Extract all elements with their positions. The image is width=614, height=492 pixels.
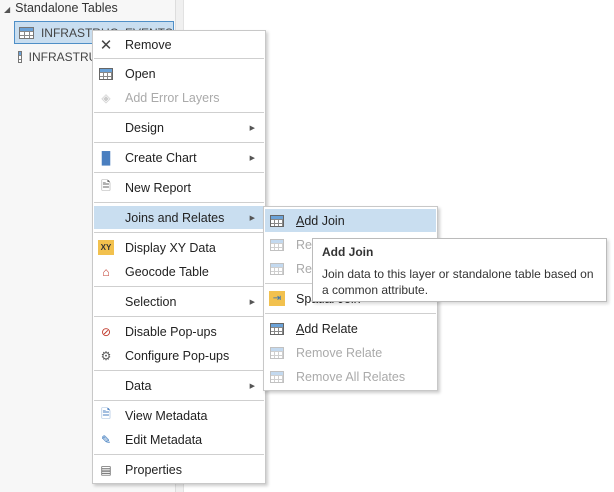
submenu-arrow-icon: ▶	[249, 154, 255, 162]
menu-item-open[interactable]: Open	[94, 62, 264, 85]
tooltip-title: Add Join	[322, 245, 374, 259]
remove-join-icon	[269, 237, 285, 252]
remove-relate-icon	[269, 345, 285, 360]
separator	[94, 232, 264, 233]
submenu-arrow-icon: ▶	[249, 124, 255, 132]
menu-item-remove[interactable]: ✕ Remove	[94, 33, 264, 56]
table-icon	[19, 26, 34, 39]
table-icon	[98, 66, 114, 81]
separator	[94, 112, 264, 113]
menu-item-view-metadata[interactable]: 🗎 View Metadata	[94, 404, 264, 427]
layers-icon: ◈	[101, 90, 111, 105]
report-icon: 🗎	[101, 179, 111, 193]
menu-item-remove-all-relates: Remove All Relates	[265, 365, 436, 388]
menu-item-disable-popups[interactable]: ⊘ Disable Pop-ups	[94, 320, 264, 343]
separator	[265, 313, 436, 314]
xy-icon: XY	[98, 240, 114, 255]
menu-item-configure-popups[interactable]: ⚙ Configure Pop-ups	[94, 344, 264, 367]
separator	[94, 400, 264, 401]
submenu-arrow-icon: ▶	[249, 298, 255, 306]
metadata-icon: 🗎	[101, 407, 111, 421]
menu-item-create-chart[interactable]: ▐▌ Create Chart ▶	[94, 146, 264, 169]
tooltip: Add Join Join data to this layer or stan…	[312, 238, 607, 302]
menu-item-geocode-table[interactable]: ⌂ Geocode Table	[94, 260, 264, 283]
table-icon	[18, 50, 22, 63]
separator	[94, 316, 264, 317]
menu-item-design[interactable]: Design ▶	[94, 116, 264, 139]
x-icon: ✕	[99, 36, 113, 54]
separator	[94, 370, 264, 371]
menu-item-display-xy-data[interactable]: XY Display XY Data	[94, 236, 264, 259]
properties-icon: ▤	[100, 462, 112, 477]
separator	[94, 142, 264, 143]
menu-item-data[interactable]: Data ▶	[94, 374, 264, 397]
submenu-arrow-icon: ▶	[249, 382, 255, 390]
remove-all-joins-icon	[269, 261, 285, 276]
menu-item-add-relate[interactable]: Add Relate	[265, 317, 436, 340]
separator	[94, 286, 264, 287]
context-menu: ✕ Remove Open ◈ Add Error Layers Design ▶ ▐…	[92, 30, 266, 484]
menu-item-add-error-layers: ◈ Add Error Layers	[94, 86, 264, 109]
add-join-icon	[269, 213, 285, 228]
menu-item-new-report[interactable]: 🗎 New Report	[94, 176, 264, 199]
menu-item-properties[interactable]: ▤ Properties	[94, 458, 264, 481]
menu-item-edit-metadata[interactable]: ✎ Edit Metadata	[94, 428, 264, 451]
configure-popup-icon: ⚙	[100, 348, 112, 363]
separator	[94, 58, 264, 59]
separator	[94, 454, 264, 455]
pencil-icon: ✎	[100, 432, 112, 447]
menu-item-selection[interactable]: Selection ▶	[94, 290, 264, 313]
menu-item-joins-and-relates[interactable]: Joins and Relates ▶	[94, 206, 264, 229]
menu-item-add-join[interactable]: Add Join	[265, 209, 436, 232]
disable-popup-icon: ⊘	[100, 324, 112, 339]
add-relate-icon	[269, 321, 285, 336]
tree-group-standalone-tables[interactable]: ◢ Standalone Tables	[4, 1, 118, 15]
remove-all-relates-icon	[269, 369, 285, 384]
submenu-arrow-icon: ▶	[249, 214, 255, 222]
menu-item-remove-relate: Remove Relate	[265, 341, 436, 364]
collapse-triangle-icon[interactable]: ◢	[4, 5, 10, 14]
bar-chart-icon: ▐▌	[97, 150, 115, 165]
house-icon: ⌂	[102, 264, 110, 279]
separator	[94, 172, 264, 173]
separator	[94, 202, 264, 203]
tooltip-body: Join data to this layer or standalone ta…	[322, 267, 594, 297]
spatial-join-icon: ⇥	[269, 291, 285, 306]
